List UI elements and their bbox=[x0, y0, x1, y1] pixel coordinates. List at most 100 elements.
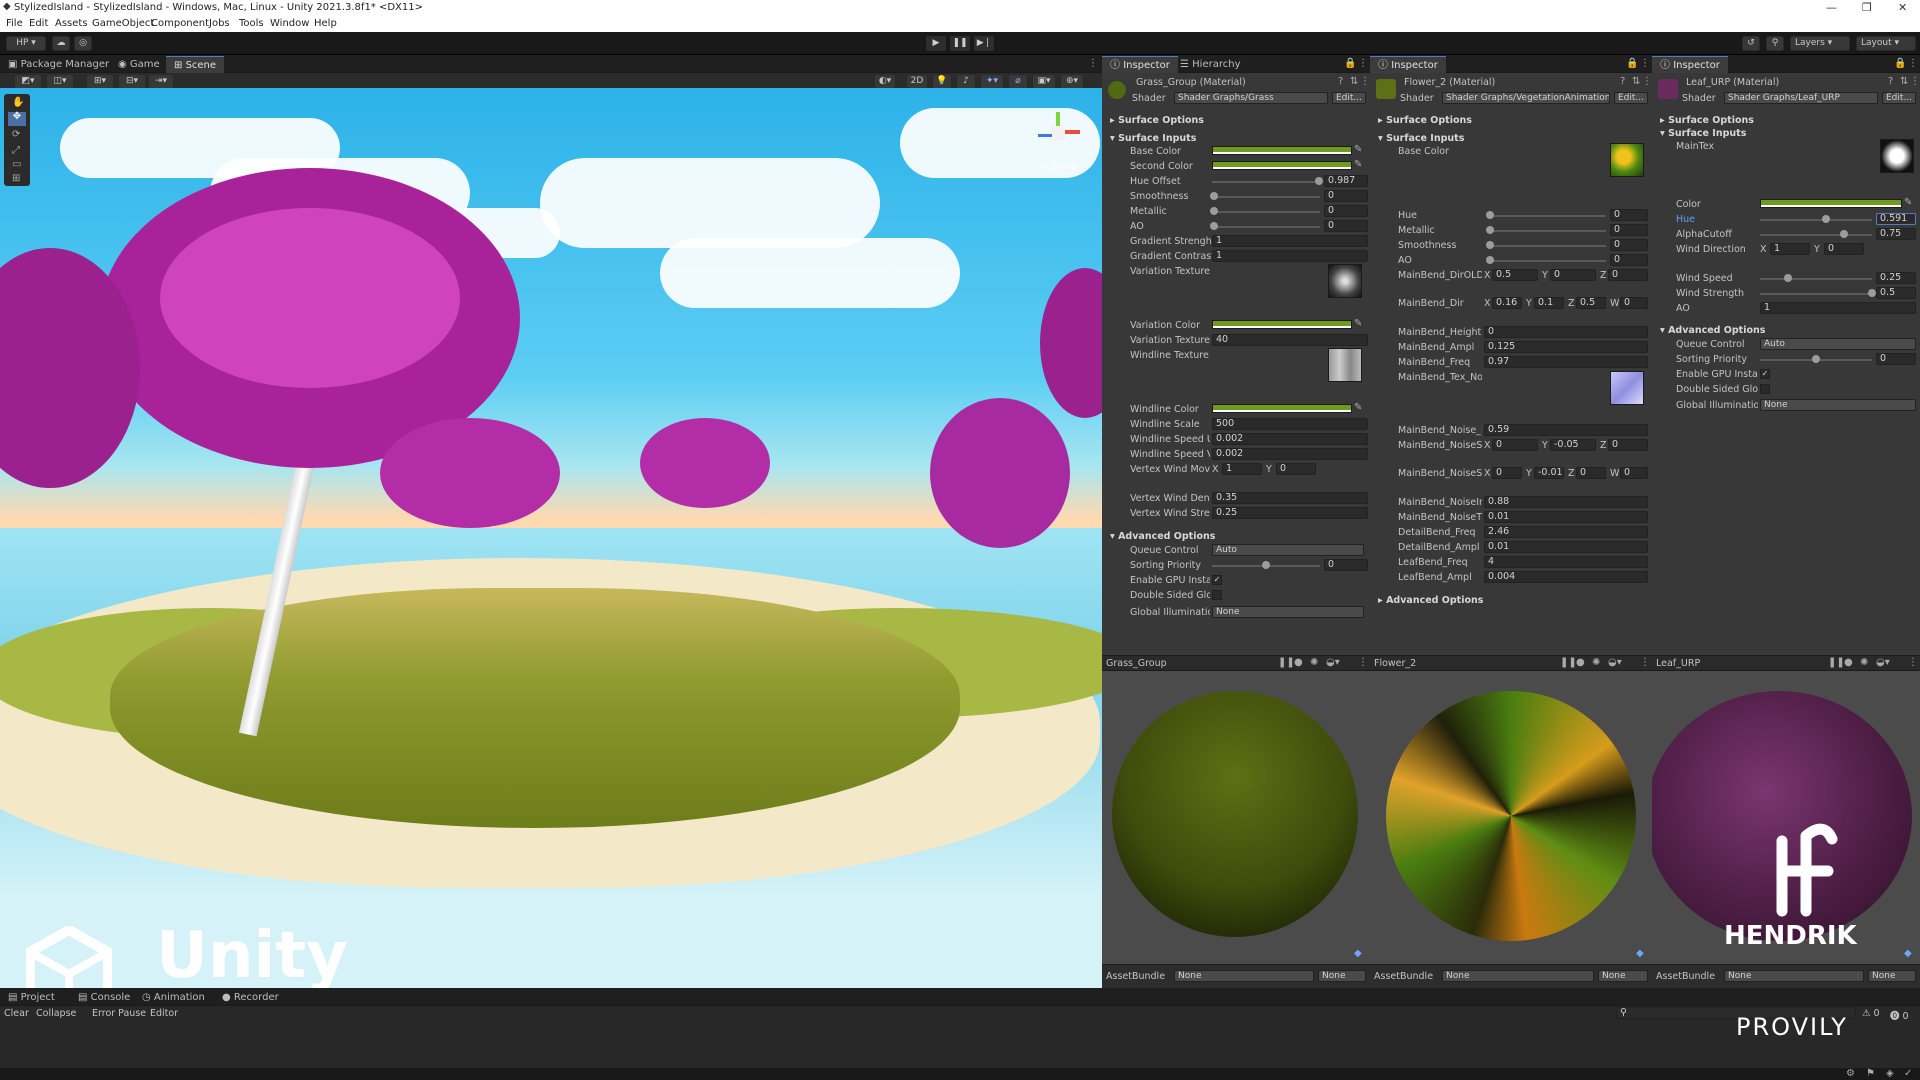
ao-field[interactable]: 1 bbox=[1760, 302, 1916, 314]
tag-icon[interactable]: ◆ bbox=[1354, 949, 1362, 959]
leafbend-ampl-field[interactable]: 0.004 bbox=[1484, 571, 1648, 583]
vertex-wind-move-y-field[interactable]: 0 bbox=[1276, 463, 1316, 475]
transform-tool-icon[interactable]: ⊞ bbox=[12, 174, 20, 184]
hue-field[interactable]: 0 bbox=[1610, 209, 1648, 221]
shader-dropdown[interactable]: Shader Graphs/Leaf_URP bbox=[1724, 92, 1878, 104]
smoothness-slider-handle[interactable] bbox=[1486, 241, 1494, 249]
queue-control-dropdown[interactable]: Auto bbox=[1760, 338, 1916, 350]
gizmo-z-axis[interactable] bbox=[1038, 134, 1052, 137]
base-color-texture-slot[interactable] bbox=[1610, 143, 1644, 177]
pause-preview-icon[interactable]: ❚❚ bbox=[1828, 658, 1845, 668]
cloud-icon[interactable]: ☁ bbox=[52, 36, 70, 51]
menu-window[interactable]: Window bbox=[270, 18, 309, 29]
lock-icon[interactable]: 🔒 bbox=[1344, 59, 1356, 69]
effects-icon[interactable]: ✦▾ bbox=[980, 74, 1004, 89]
noisesp-x-field[interactable]: 0 bbox=[1492, 439, 1538, 451]
tab-inspector[interactable]: ⓘ Inspector bbox=[1102, 56, 1178, 73]
assetbundle-dropdown[interactable]: None bbox=[1724, 970, 1864, 982]
noise-texture-slot[interactable] bbox=[1610, 371, 1644, 405]
hue-slider-handle[interactable] bbox=[1822, 215, 1831, 223]
surface-options-foldout[interactable]: ▸ Surface Options bbox=[1110, 115, 1204, 126]
vertex-wind-strength-field[interactable]: 0.25 bbox=[1212, 507, 1368, 519]
status-icon[interactable]: ⚙ bbox=[1846, 1069, 1855, 1079]
hue-slider[interactable] bbox=[1760, 219, 1872, 221]
more-menu-icon[interactable]: ⋮ bbox=[1642, 77, 1652, 87]
layout-dropdown[interactable]: Layout ▾ bbox=[1856, 36, 1916, 51]
tab-package-manager[interactable]: ▣ Package Manager bbox=[0, 56, 117, 73]
mesh-icon[interactable]: ◒▾ bbox=[1326, 658, 1340, 668]
smoothness-slider[interactable] bbox=[1488, 245, 1606, 247]
tab-recorder[interactable]: ● Recorder bbox=[214, 989, 287, 1006]
move-tool-icon[interactable]: ✥ bbox=[8, 112, 26, 126]
surface-inputs-foldout[interactable]: ▾ Surface Inputs bbox=[1110, 133, 1196, 144]
mainbend-noiseinf-field[interactable]: 0.88 bbox=[1484, 496, 1648, 508]
hue-offset-slider-handle[interactable] bbox=[1314, 177, 1323, 185]
mainbend-height-field[interactable]: 0 bbox=[1484, 326, 1648, 338]
base-color-swatch[interactable] bbox=[1212, 146, 1352, 155]
mainbend-noise-m-field[interactable]: 0.59 bbox=[1484, 424, 1648, 436]
view-options-button[interactable]: ◫▾ bbox=[46, 74, 74, 89]
more-menu-icon[interactable]: ⋮ bbox=[1360, 77, 1370, 87]
settings-icon[interactable]: ⇅ bbox=[1350, 77, 1358, 87]
noisesp-y-field[interactable]: -0.05 bbox=[1550, 439, 1596, 451]
ao-slider-handle[interactable] bbox=[1486, 256, 1494, 264]
variation-color-swatch[interactable] bbox=[1212, 320, 1352, 329]
noisesp-z-field[interactable]: 0 bbox=[1608, 439, 1648, 451]
ao-slider[interactable] bbox=[1212, 226, 1320, 228]
increment-snap-button[interactable]: ⊟▾ bbox=[118, 74, 146, 89]
light-icon[interactable]: ✺ bbox=[1310, 658, 1318, 668]
mainbend-noisetil-field[interactable]: 0.01 bbox=[1484, 511, 1648, 523]
hand-tool-icon[interactable]: ✋ bbox=[12, 98, 24, 108]
windline-scale-field[interactable]: 500 bbox=[1212, 418, 1368, 430]
double-sided-checkbox[interactable] bbox=[1760, 384, 1770, 394]
color-swatch[interactable] bbox=[1760, 199, 1902, 208]
hue-field[interactable]: 0.591 bbox=[1876, 213, 1916, 225]
audio-icon[interactable]: ♪ bbox=[956, 74, 976, 89]
smoothness-slider[interactable] bbox=[1212, 196, 1320, 198]
surface-options-foldout[interactable]: ▸ Surface Options bbox=[1660, 115, 1754, 126]
alpha-cutoff-slider[interactable] bbox=[1760, 234, 1872, 236]
help-icon[interactable]: ? bbox=[1620, 77, 1625, 87]
status-icon[interactable]: ⚑ bbox=[1866, 1069, 1875, 1079]
global-illumination-dropdown[interactable]: None bbox=[1760, 399, 1916, 411]
variation-texture-scale-field[interactable]: 40 bbox=[1212, 334, 1368, 346]
noisesp2-x-field[interactable]: 0 bbox=[1492, 467, 1522, 479]
variation-texture-slot[interactable] bbox=[1328, 264, 1362, 298]
ao-slider[interactable] bbox=[1488, 260, 1606, 262]
edit-shader-button[interactable]: Edit... bbox=[1882, 92, 1916, 104]
vertex-wind-move-x-field[interactable]: 1 bbox=[1222, 463, 1262, 475]
gradient-contrast-field[interactable]: 1 bbox=[1212, 250, 1368, 262]
sorting-priority-slider-handle[interactable] bbox=[1262, 561, 1270, 569]
hue-slider-handle[interactable] bbox=[1486, 211, 1494, 219]
windline-speed-v-field[interactable]: 0.002 bbox=[1212, 448, 1368, 460]
alpha-cutoff-field[interactable]: 0.75 bbox=[1876, 228, 1916, 240]
metallic-slider-handle[interactable] bbox=[1210, 207, 1218, 215]
tab-game[interactable]: ◉ Game bbox=[110, 56, 168, 73]
menu-component[interactable]: Component bbox=[151, 18, 209, 29]
maintex-texture-slot[interactable] bbox=[1880, 139, 1914, 173]
hue-offset-field[interactable]: 0.987 bbox=[1324, 175, 1368, 187]
ao-field[interactable]: 0 bbox=[1324, 220, 1368, 232]
tag-icon[interactable]: ◆ bbox=[1636, 949, 1644, 959]
ao-slider-handle[interactable] bbox=[1210, 222, 1218, 230]
wind-direction-y-field[interactable]: 0 bbox=[1824, 243, 1864, 255]
wind-strength-slider[interactable] bbox=[1760, 293, 1872, 295]
shader-dropdown[interactable]: Shader Graphs/Grass bbox=[1174, 92, 1328, 104]
maximize-icon[interactable]: ❐ bbox=[1862, 1, 1872, 14]
dirold-x-field[interactable]: 0.5 bbox=[1492, 269, 1538, 281]
settings-icon[interactable]: ⇅ bbox=[1900, 77, 1908, 87]
eyedropper-icon[interactable]: ✎ bbox=[1354, 403, 1362, 413]
tab-inspector[interactable]: ⓘ Inspector bbox=[1652, 56, 1728, 73]
wind-speed-slider[interactable] bbox=[1760, 278, 1872, 280]
noisesp2-y-field[interactable]: -0.01 bbox=[1534, 467, 1564, 479]
double-sided-checkbox[interactable] bbox=[1212, 590, 1222, 600]
settings-icon[interactable]: ⇅ bbox=[1632, 77, 1640, 87]
account-dropdown[interactable]: HP ▾ bbox=[6, 36, 46, 51]
light-icon[interactable]: ✺ bbox=[1860, 658, 1868, 668]
menu-file[interactable]: File bbox=[6, 18, 23, 29]
rotate-tool-icon[interactable]: ⟳ bbox=[12, 130, 20, 140]
draw-mode-button[interactable]: ◩▾ bbox=[14, 74, 42, 89]
gradient-strength-field[interactable]: 1 bbox=[1212, 235, 1368, 247]
toggle-2d-button[interactable]: 2D bbox=[906, 74, 928, 89]
sorting-priority-field[interactable]: 0 bbox=[1324, 559, 1368, 571]
